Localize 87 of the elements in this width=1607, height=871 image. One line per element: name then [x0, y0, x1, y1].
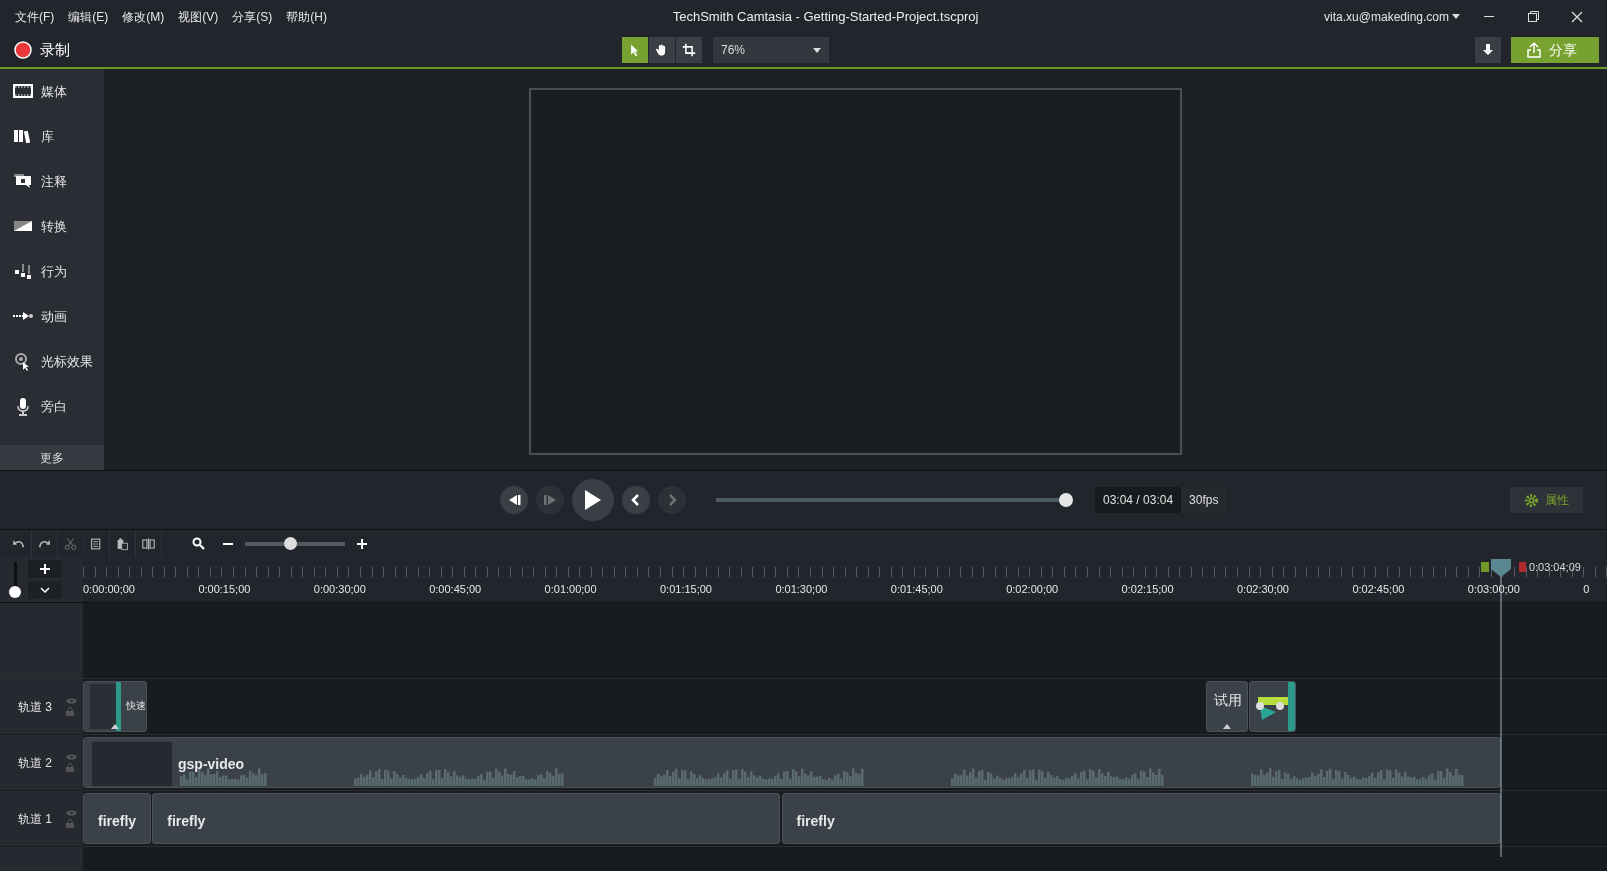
download-button[interactable] [1475, 37, 1501, 63]
account-menu[interactable]: vita.xu@makeding.com [1317, 7, 1467, 26]
time-label: 0:00:15;00 [198, 582, 251, 597]
clip-label: 快速 [126, 699, 146, 713]
zoom-dropdown[interactable]: 76% [713, 37, 829, 63]
clip-label: firefly [796, 812, 835, 831]
fps-label: 30fps [1181, 487, 1227, 513]
sidebar-item[interactable]: 动画 [0, 294, 104, 339]
hand-tool[interactable] [649, 37, 675, 63]
time-display: 03:04 / 03:04 [1102, 492, 1175, 509]
audio-clip[interactable]: firefly [152, 793, 780, 844]
animation-clip[interactable] [1248, 681, 1297, 732]
sidebar-item[interactable]: 媒体 [0, 69, 104, 114]
time-label: 0:01:15;00 [660, 582, 712, 597]
clip-label: firefly [98, 812, 137, 831]
time-label: 0:02:15;00 [1121, 582, 1174, 597]
callout-clip[interactable]: 快速 [83, 681, 147, 732]
video-clip[interactable]: gsp-video [83, 737, 1501, 788]
step-forward-icon [542, 492, 558, 508]
menu-item[interactable]: 文件(F) [8, 7, 62, 26]
time-label: 0:00:45;00 [429, 582, 482, 597]
caret-icon [1452, 14, 1460, 19]
track-name: 轨道 2 [18, 754, 52, 772]
minimize-icon[interactable] [1484, 15, 1494, 18]
track-name: 轨道 3 [18, 698, 52, 716]
window-title: TechSmith Camtasia - Getting-Started-Project.tscproj [671, 7, 980, 26]
split-icon [142, 535, 155, 552]
scrubber-thumb[interactable] [1059, 493, 1073, 507]
time-label: 0:02:30;00 [1237, 582, 1289, 597]
plus-icon[interactable] [357, 539, 367, 550]
sidebar-item[interactable]: 行为 [0, 249, 104, 294]
sidebar-item[interactable]: 旁白 [0, 384, 104, 429]
time-label: 0:02:45;00 [1352, 582, 1405, 597]
playhead-time: 0:03:04;09 [1528, 560, 1581, 575]
callout-clip[interactable]: 试用 [1206, 681, 1248, 732]
share-icon [1527, 42, 1541, 58]
plus-icon[interactable] [40, 564, 50, 574]
copy-icon [90, 535, 103, 552]
time-label: 0:00:00;00 [83, 582, 135, 597]
audio-clip[interactable]: firefly [781, 793, 1501, 844]
time-label: 0:02:00;00 [1006, 582, 1059, 597]
close-icon[interactable] [1571, 10, 1583, 23]
audio-clip[interactable]: firefly [83, 793, 151, 844]
clip-label: gsp-video [178, 755, 245, 774]
download-icon[interactable] [1483, 44, 1493, 56]
properties-button[interactable]: 属性 [1510, 487, 1583, 513]
chevron-down-icon[interactable] [40, 587, 50, 593]
collapse-button[interactable] [28, 581, 62, 599]
record-icon [14, 41, 32, 59]
search-icon [192, 537, 205, 550]
clip-label: firefly [167, 812, 206, 831]
time-label: 0:01:45;00 [890, 582, 943, 597]
add-track-button[interactable] [28, 560, 62, 578]
time-label: 0:01:00;00 [544, 582, 597, 597]
out-marker[interactable] [1518, 562, 1526, 573]
in-marker[interactable] [1480, 562, 1489, 573]
gear-icon [1524, 492, 1539, 508]
bars-icon [13, 261, 33, 282]
menu-item[interactable]: 修改(M) [115, 7, 172, 26]
time-label: 0:03:00;00 [1467, 582, 1520, 597]
caret-icon[interactable] [1222, 723, 1232, 729]
time-label: 0:01:30;00 [775, 582, 828, 597]
sidebar-item[interactable]: 转换 [0, 204, 104, 249]
paste-icon [116, 535, 129, 552]
sidebar-item[interactable]: 库 [0, 114, 104, 159]
sidebar-item[interactable]: 光标效果 [0, 339, 104, 384]
restore-icon[interactable] [1527, 11, 1539, 22]
scissors-icon [64, 535, 77, 552]
sidebar-item[interactable]: 注释 [0, 159, 104, 204]
step-back-button[interactable] [500, 486, 528, 514]
play-button[interactable] [572, 479, 614, 521]
zoom-slider-thumb[interactable] [284, 537, 297, 550]
previous-button[interactable] [622, 486, 650, 514]
clip-label: 试用 [1214, 691, 1243, 710]
crop-tool[interactable] [676, 37, 702, 63]
track-name: 轨道 1 [18, 810, 52, 828]
menu-item[interactable]: 帮助(H) [279, 7, 334, 26]
time-label: 0 [1583, 582, 1590, 597]
crop-icon [682, 41, 696, 59]
more-button[interactable]: 更多 [0, 445, 104, 470]
menu-item[interactable]: 视图(V) [171, 7, 226, 26]
caret-icon[interactable] [109, 723, 120, 729]
record-button[interactable]: 录制 [8, 37, 76, 63]
time-label: 0:00:30;00 [313, 582, 366, 597]
caret-icon [813, 47, 821, 53]
menu-item[interactable]: 分享(S) [225, 7, 280, 26]
menu-item[interactable]: 编辑(E) [61, 7, 116, 26]
